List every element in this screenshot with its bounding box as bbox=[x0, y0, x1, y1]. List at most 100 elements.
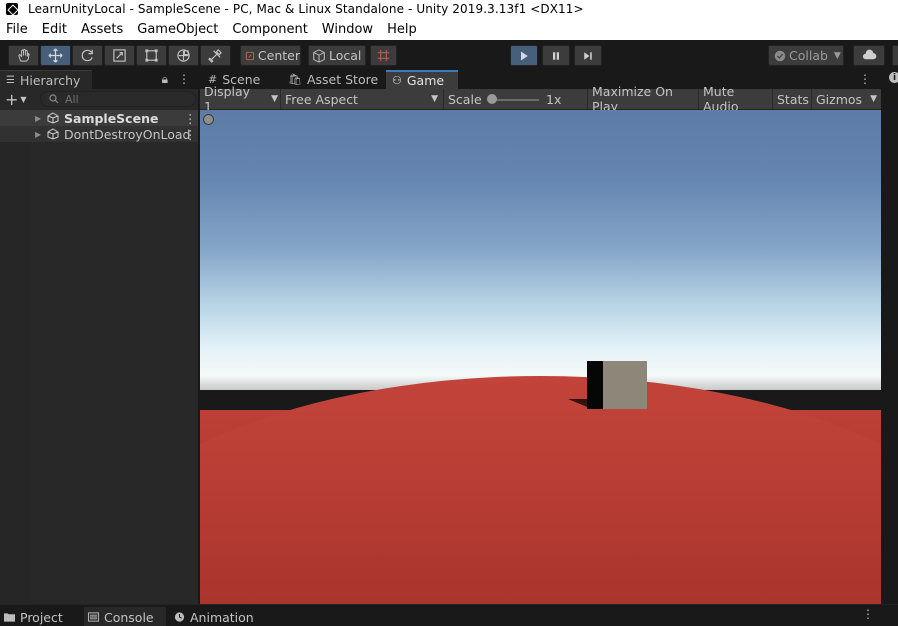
ground-plane-horizon bbox=[200, 376, 881, 604]
cloud-button[interactable] bbox=[853, 45, 885, 66]
grid-snap-button[interactable] bbox=[370, 45, 397, 66]
hierarchy-panel: ☰ Hierarchy 🔒︎ ⋮ + ▼ All ▶ SampleScene ⋮… bbox=[0, 70, 199, 604]
collab-button[interactable]: Collab ▼ bbox=[768, 45, 844, 66]
bottom-tab-bar: Project Console Animation ⋮ bbox=[0, 604, 898, 626]
rect-tool-button[interactable] bbox=[136, 45, 167, 66]
transform-gizmo-icon bbox=[177, 49, 190, 62]
hierarchy-search-input[interactable]: All bbox=[40, 91, 196, 107]
inspector-strip: i bbox=[881, 70, 898, 604]
pause-icon bbox=[553, 51, 559, 60]
lock-icon[interactable]: 🔒︎ bbox=[162, 72, 168, 87]
hierarchy-item-samplescene[interactable]: ▶ SampleScene ⋮ bbox=[0, 110, 198, 126]
pause-button[interactable] bbox=[542, 45, 570, 66]
chevron-down-icon: ▼ bbox=[271, 94, 278, 104]
transform-tool-button[interactable] bbox=[168, 45, 199, 66]
menu-gameobject[interactable]: GameObject bbox=[137, 22, 218, 37]
add-icon[interactable]: + bbox=[5, 90, 18, 109]
game-viewport[interactable] bbox=[200, 110, 881, 604]
kebab-menu-icon[interactable]: ⋮ bbox=[178, 72, 190, 87]
aspect-dropdown[interactable]: Free Aspect ▼ bbox=[280, 89, 440, 109]
menu-component[interactable]: Component bbox=[232, 22, 307, 37]
kebab-menu-icon[interactable]: ⋮ bbox=[862, 607, 874, 621]
menu-edit[interactable]: Edit bbox=[42, 22, 67, 37]
move-tool-button[interactable] bbox=[40, 45, 71, 66]
collab-label: Collab bbox=[789, 48, 828, 63]
menu-window[interactable]: Window bbox=[322, 22, 373, 37]
chevron-down-icon[interactable]: ▼ bbox=[20, 95, 26, 104]
gizmos-label: Gizmos bbox=[816, 91, 863, 107]
pivot-rotation-button[interactable]: Local bbox=[308, 45, 366, 66]
rotate-tool-button[interactable] bbox=[72, 45, 103, 66]
stats-toggle[interactable]: Stats bbox=[772, 89, 810, 109]
gizmos-dropdown[interactable]: Gizmos ▼ bbox=[811, 89, 879, 109]
maximize-on-play-toggle[interactable]: Maximize On Play bbox=[587, 84, 696, 114]
tab-asset-store-label: Asset Store bbox=[306, 72, 379, 87]
tab-game[interactable]: ⚇ Game bbox=[386, 70, 458, 89]
hierarchy-item-dontdestroyonload[interactable]: ▶ DontDestroyOnLoad ⋮ bbox=[0, 126, 198, 142]
tab-console[interactable]: Console bbox=[84, 607, 166, 626]
pivot-rotation-label: Local bbox=[329, 48, 362, 63]
skybox bbox=[200, 110, 881, 390]
kebab-menu-icon[interactable]: ⋮ bbox=[859, 72, 871, 86]
game-toolbar: Display 1 ▼ Free Aspect ▼ Scale 1x Maxim… bbox=[200, 84, 881, 114]
menu-assets[interactable]: Assets bbox=[81, 22, 123, 37]
main-toolbar: Center Local Collab ▼ bbox=[0, 40, 898, 70]
expand-triangle-icon[interactable]: ▶ bbox=[35, 114, 41, 123]
cloud-icon bbox=[862, 49, 876, 60]
pivot-mode-label: Center bbox=[257, 48, 300, 63]
hand-tool-button[interactable] bbox=[8, 45, 39, 66]
rotate-icon bbox=[81, 49, 93, 62]
scale-icon bbox=[113, 49, 126, 62]
info-icon[interactable]: i bbox=[889, 72, 898, 83]
view-tab-bar: # Scene 🛍︎ Asset Store ⚇ Game ⋮ bbox=[200, 70, 881, 89]
hand-icon bbox=[18, 48, 30, 62]
rect-transform-icon bbox=[145, 49, 158, 62]
gizmo-circle-icon bbox=[203, 114, 214, 125]
game-panel: # Scene 🛍︎ Asset Store ⚇ Game ⋮ Display … bbox=[200, 70, 881, 604]
tab-console-label: Console bbox=[104, 609, 154, 625]
grid-snap-icon bbox=[377, 49, 390, 62]
pivot-mode-button[interactable]: Center bbox=[240, 45, 301, 66]
wrench-icon bbox=[208, 49, 222, 63]
display-dropdown[interactable]: Display 1 ▼ bbox=[204, 84, 278, 114]
kebab-menu-icon[interactable]: ⋮ bbox=[184, 111, 197, 126]
hierarchy-item-label: DontDestroyOnLoad bbox=[64, 126, 191, 142]
tab-asset-store[interactable]: 🛍︎ Asset Store bbox=[288, 70, 386, 89]
aspect-label: Free Aspect bbox=[285, 91, 358, 107]
pivot-center-icon bbox=[245, 51, 255, 60]
collab-check-icon bbox=[774, 50, 786, 61]
step-icon bbox=[584, 51, 592, 60]
kebab-menu-icon[interactable]: ⋮ bbox=[184, 127, 197, 142]
hierarchy-item-label: SampleScene bbox=[64, 110, 159, 126]
scale-slider-handle[interactable] bbox=[487, 94, 497, 104]
tab-game-label: Game bbox=[406, 73, 445, 88]
menu-file[interactable]: File bbox=[6, 22, 28, 37]
expand-triangle-icon[interactable]: ▶ bbox=[35, 130, 41, 139]
step-button[interactable] bbox=[574, 45, 602, 66]
window-title: LearnUnityLocal - SampleScene - PC, Mac … bbox=[28, 2, 584, 16]
hierarchy-gutter bbox=[0, 142, 31, 604]
account-button[interactable] bbox=[892, 45, 898, 66]
menu-help[interactable]: Help bbox=[387, 22, 417, 37]
custom-tool-button[interactable] bbox=[200, 45, 231, 66]
scale-value: 1x bbox=[546, 91, 562, 107]
menu-bar: File Edit Assets GameObject Component Wi… bbox=[0, 18, 898, 40]
animation-clock-icon bbox=[174, 612, 185, 622]
play-button[interactable] bbox=[510, 45, 538, 66]
stats-label: Stats bbox=[777, 91, 809, 107]
chevron-down-icon: ▼ bbox=[870, 94, 877, 104]
scale-tool-button[interactable] bbox=[104, 45, 135, 66]
cube-object bbox=[603, 361, 647, 409]
hierarchy-tab-label: Hierarchy bbox=[19, 72, 81, 88]
tab-animation-label: Animation bbox=[190, 609, 254, 625]
tab-hierarchy[interactable]: ☰ Hierarchy bbox=[0, 70, 92, 89]
mute-audio-toggle[interactable]: Mute Audio bbox=[698, 84, 770, 114]
folder-icon bbox=[4, 613, 15, 622]
tab-project[interactable]: Project bbox=[4, 607, 84, 626]
cube-icon bbox=[313, 48, 325, 63]
scale-slider-group: Scale 1x bbox=[443, 89, 583, 109]
tab-animation[interactable]: Animation bbox=[174, 607, 264, 626]
scale-label: Scale bbox=[448, 91, 482, 107]
cube-dark-side bbox=[587, 361, 603, 409]
unity-scene-icon bbox=[47, 128, 59, 140]
